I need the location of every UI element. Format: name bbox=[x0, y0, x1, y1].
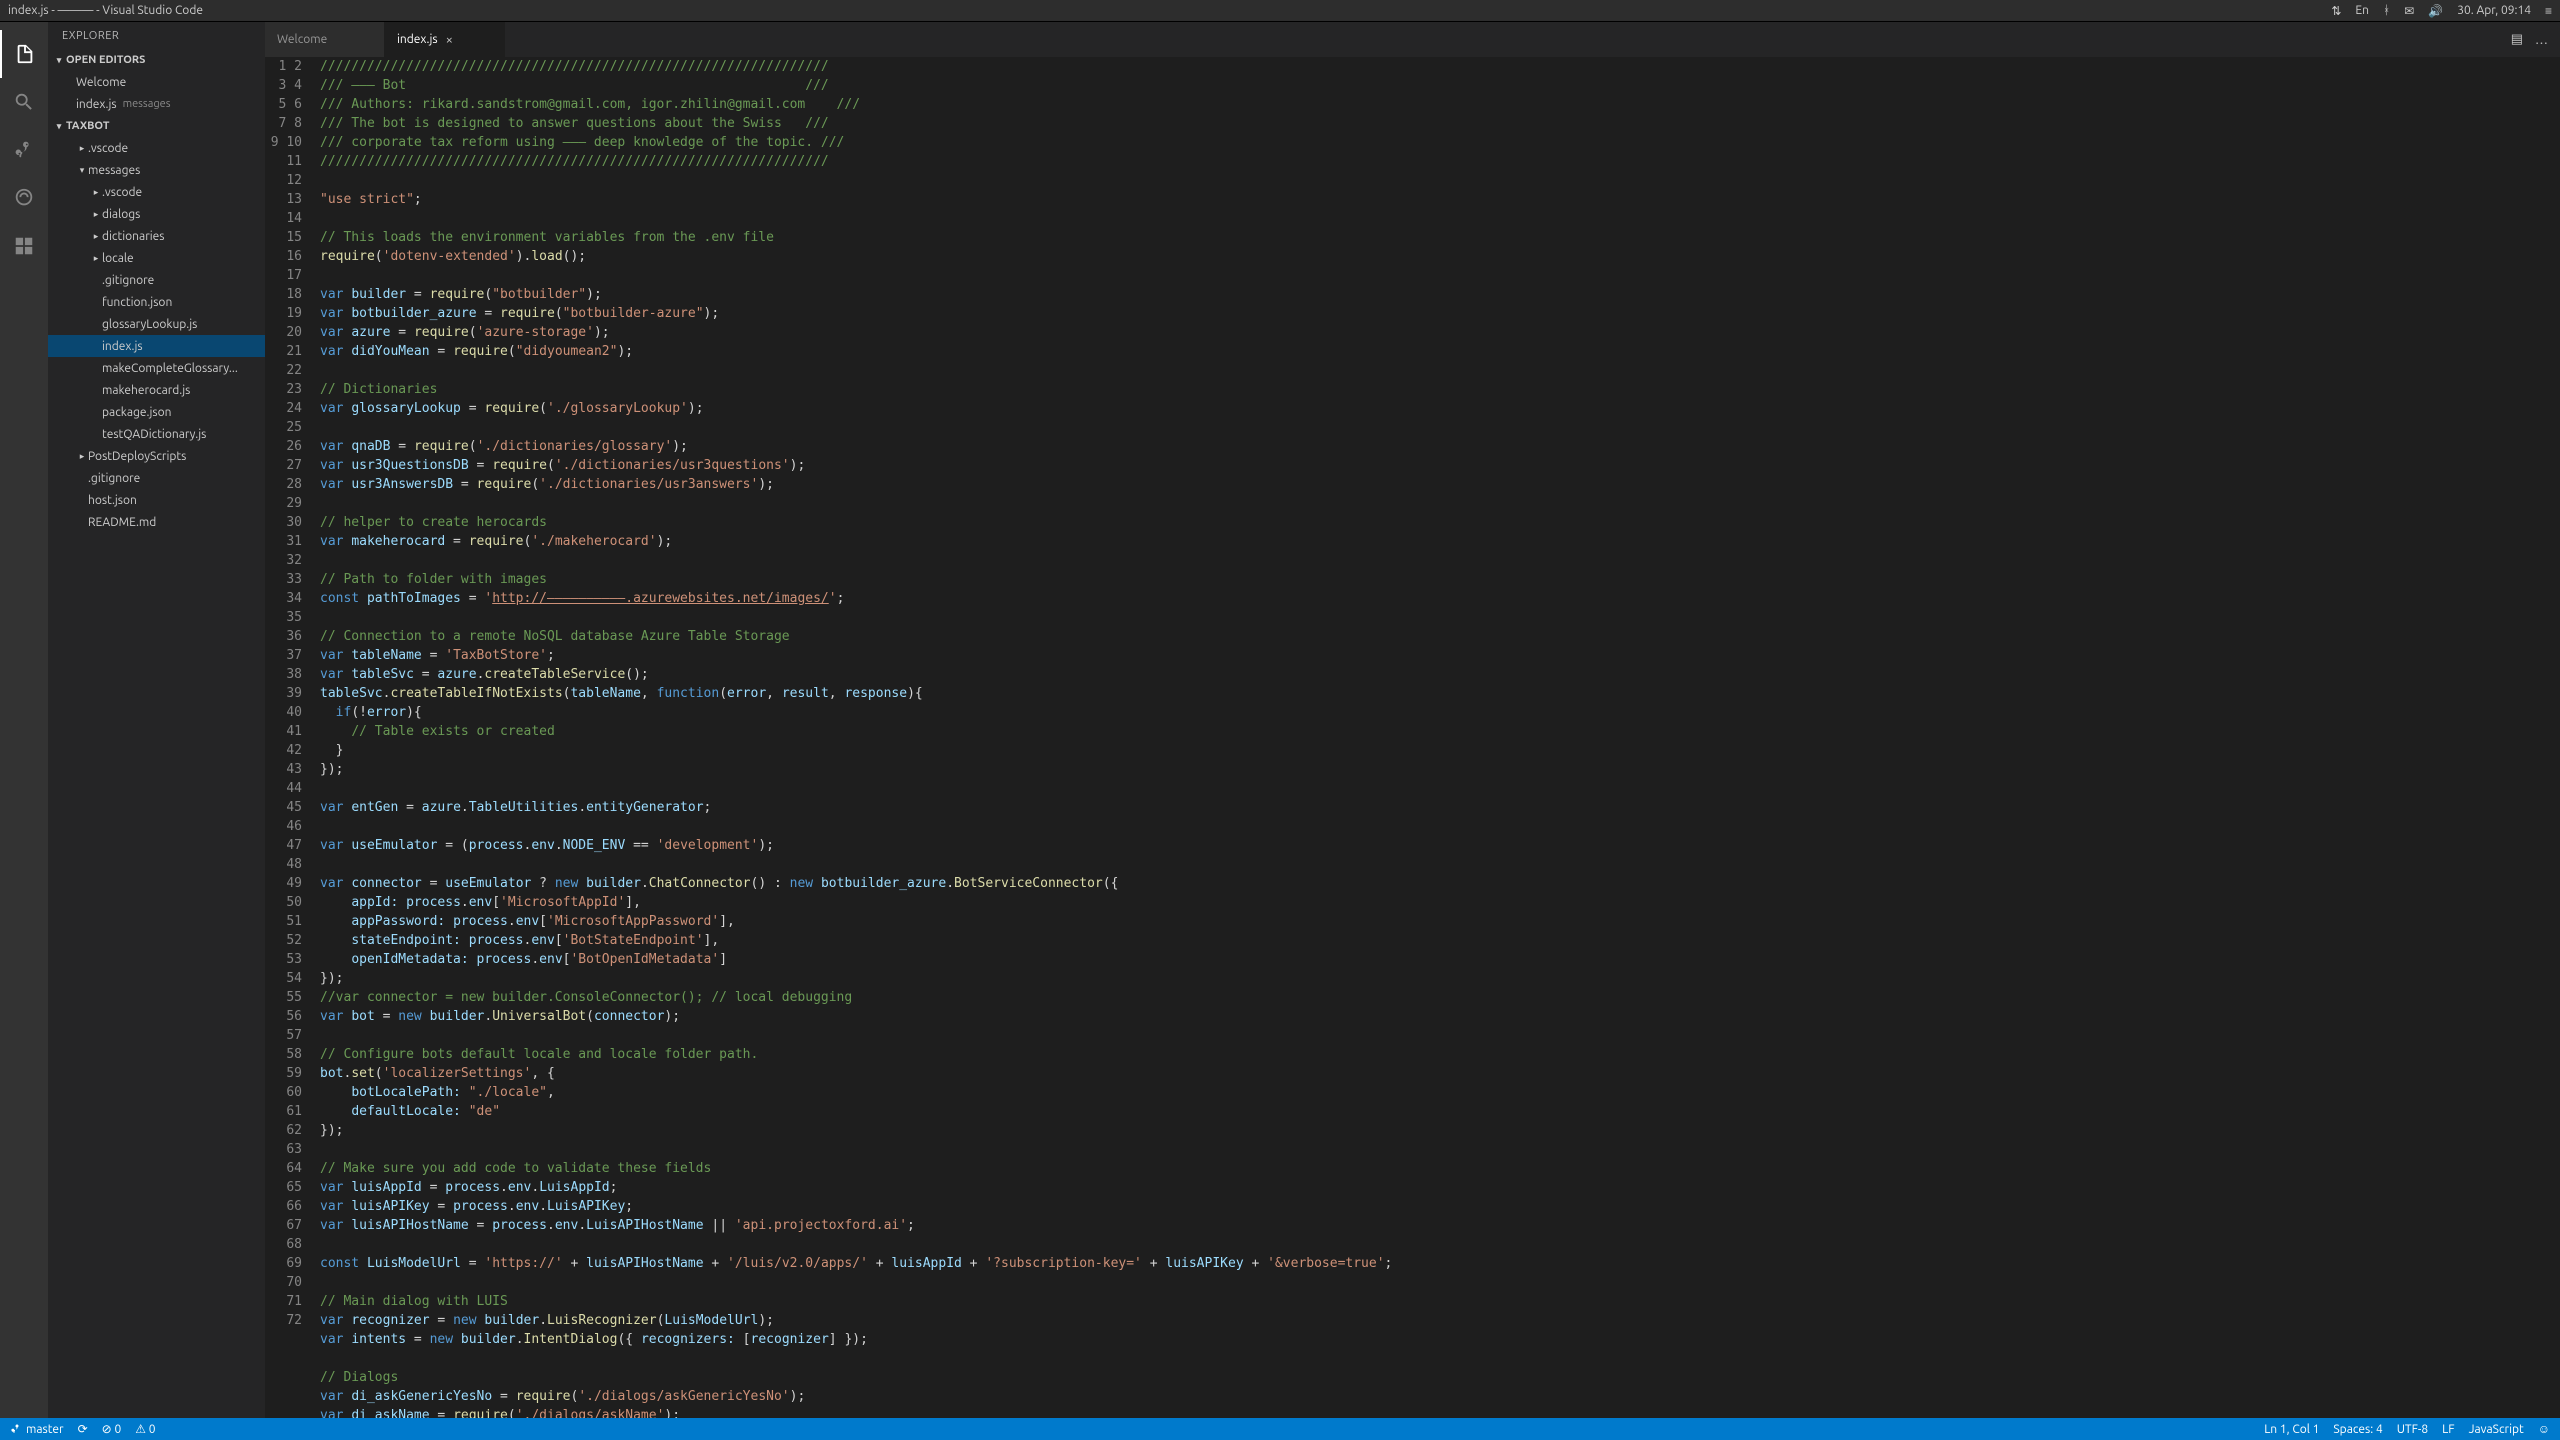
chevron-down-icon: ▾ bbox=[52, 121, 66, 132]
open-editor-item[interactable]: Welcome bbox=[48, 71, 265, 93]
more-actions-icon[interactable]: … bbox=[2535, 33, 2548, 47]
activity-debug[interactable] bbox=[0, 174, 48, 222]
indentation[interactable]: Spaces: 4 bbox=[2333, 1423, 2382, 1436]
file-tree-item[interactable]: .gitignore bbox=[48, 467, 265, 489]
file-tree-item[interactable]: host.json bbox=[48, 489, 265, 511]
status-bar: master ⟳ ⊘ 0 ⚠ 0 Ln 1, Col 1 Spaces: 4 U… bbox=[0, 1418, 2560, 1440]
sync-tray-icon[interactable]: ⇅ bbox=[2331, 4, 2341, 18]
file-tree-item[interactable]: ▸dialogs bbox=[48, 203, 265, 225]
encoding[interactable]: UTF-8 bbox=[2397, 1423, 2428, 1436]
file-tree-item[interactable]: makeCompleteGlossary... bbox=[48, 357, 265, 379]
split-editor-icon[interactable]: ▤ bbox=[2511, 32, 2523, 47]
chevron-icon: ▸ bbox=[90, 253, 102, 264]
window-title: index.js - ——— - Visual Studio Code bbox=[8, 4, 203, 17]
file-tree-item[interactable]: README.md bbox=[48, 511, 265, 533]
file-tree-item[interactable]: index.js bbox=[48, 335, 265, 357]
file-tree-item[interactable]: ▸locale bbox=[48, 247, 265, 269]
workspace-label: TAXBOT bbox=[66, 120, 109, 132]
activity-extensions[interactable] bbox=[0, 222, 48, 270]
file-tree-item[interactable]: ▸.vscode bbox=[48, 181, 265, 203]
file-tree-item[interactable]: .gitignore bbox=[48, 269, 265, 291]
file-tree-item[interactable]: testQADictionary.js bbox=[48, 423, 265, 445]
editor-area: Welcomeindex.js× ▤ … 1 2 3 4 5 6 7 8 9 1… bbox=[265, 22, 2560, 1418]
clock[interactable]: 30. Apr, 09:14 bbox=[2457, 4, 2531, 17]
line-gutter: 1 2 3 4 5 6 7 8 9 10 11 12 13 14 15 16 1… bbox=[265, 57, 320, 1418]
warnings-count[interactable]: ⚠ 0 bbox=[135, 1422, 155, 1436]
errors-count[interactable]: ⊘ 0 bbox=[102, 1422, 122, 1436]
chevron-icon: ▸ bbox=[76, 143, 88, 154]
file-tree-item[interactable]: ▸dictionaries bbox=[48, 225, 265, 247]
sync-button[interactable]: ⟳ bbox=[78, 1422, 88, 1436]
file-tree-item[interactable]: ▸PostDeployScripts bbox=[48, 445, 265, 467]
chevron-icon: ▸ bbox=[90, 187, 102, 198]
file-tree-item[interactable]: function.json bbox=[48, 291, 265, 313]
feedback-icon[interactable]: ☺ bbox=[2538, 1422, 2550, 1436]
file-tree-item[interactable]: ▾messages bbox=[48, 159, 265, 181]
open-editor-item[interactable]: index.jsmessages bbox=[48, 93, 265, 115]
os-menubar: index.js - ——— - Visual Studio Code ⇅ En… bbox=[0, 0, 2560, 22]
tab-bar: Welcomeindex.js× ▤ … bbox=[265, 22, 2560, 57]
activity-bar bbox=[0, 22, 48, 1418]
system-menu-icon[interactable]: ≡ bbox=[2545, 4, 2552, 18]
code-content[interactable]: ////////////////////////////////////////… bbox=[320, 57, 2560, 1418]
git-branch[interactable]: master bbox=[10, 1423, 64, 1436]
editor-tab[interactable]: Welcome bbox=[265, 22, 385, 57]
open-editors-list: Welcomeindex.jsmessages bbox=[48, 71, 265, 115]
language-mode[interactable]: JavaScript bbox=[2469, 1423, 2524, 1436]
sidebar-title: EXPLORER bbox=[48, 22, 265, 49]
mail-tray-icon[interactable]: ✉ bbox=[2404, 4, 2414, 18]
workspace-header[interactable]: ▾ TAXBOT bbox=[48, 115, 265, 137]
volume-icon[interactable]: 🔊 bbox=[2428, 4, 2443, 18]
file-tree-item[interactable]: makeherocard.js bbox=[48, 379, 265, 401]
open-editors-header[interactable]: ▾ OPEN EDITORS bbox=[48, 49, 265, 71]
keyboard-lang-icon[interactable]: En bbox=[2355, 4, 2369, 17]
eol[interactable]: LF bbox=[2442, 1423, 2454, 1436]
activity-search[interactable] bbox=[0, 78, 48, 126]
close-icon[interactable]: × bbox=[446, 33, 453, 47]
sidebar: EXPLORER ▾ OPEN EDITORS Welcomeindex.jsm… bbox=[48, 22, 265, 1418]
file-tree-item[interactable]: package.json bbox=[48, 401, 265, 423]
bluetooth-icon[interactable]: ᚼ bbox=[2383, 4, 2390, 17]
code-editor[interactable]: 1 2 3 4 5 6 7 8 9 10 11 12 13 14 15 16 1… bbox=[265, 57, 2560, 1418]
file-tree-item[interactable]: ▸.vscode bbox=[48, 137, 265, 159]
chevron-icon: ▸ bbox=[76, 451, 88, 462]
chevron-down-icon: ▾ bbox=[52, 55, 66, 66]
chevron-icon: ▸ bbox=[90, 231, 102, 242]
chevron-icon: ▾ bbox=[76, 165, 88, 176]
open-editors-label: OPEN EDITORS bbox=[66, 54, 145, 66]
cursor-position[interactable]: Ln 1, Col 1 bbox=[2264, 1423, 2319, 1436]
file-tree-item[interactable]: glossaryLookup.js bbox=[48, 313, 265, 335]
chevron-icon: ▸ bbox=[90, 209, 102, 220]
activity-scm[interactable] bbox=[0, 126, 48, 174]
editor-tab[interactable]: index.js× bbox=[385, 22, 505, 57]
activity-explorer[interactable] bbox=[0, 30, 48, 78]
file-tree: ▸.vscode▾messages▸.vscode▸dialogs▸dictio… bbox=[48, 137, 265, 533]
